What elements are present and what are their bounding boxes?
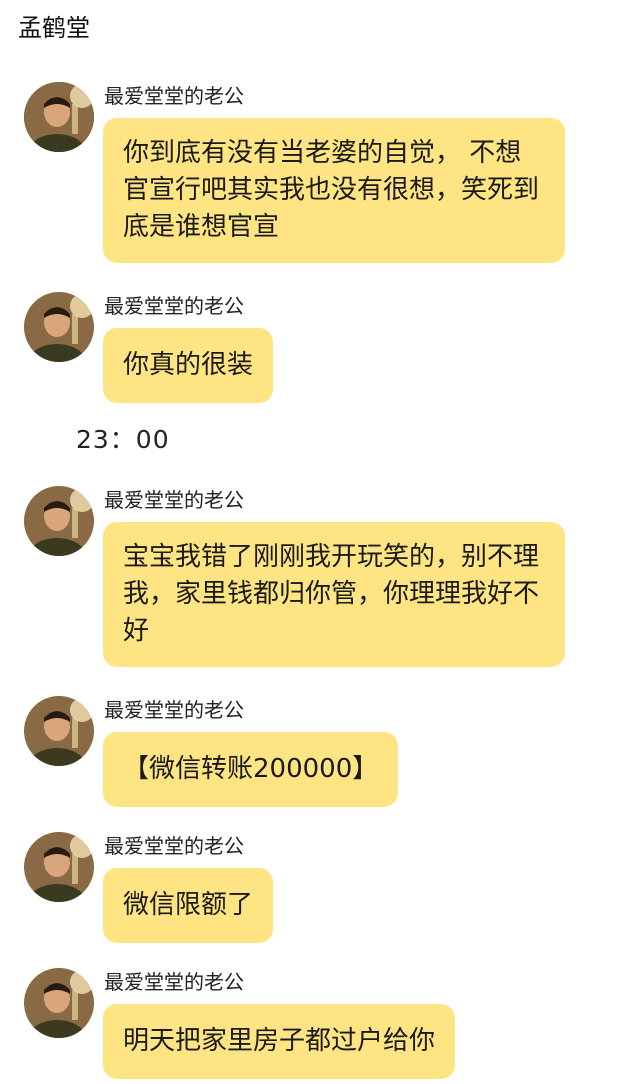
avatar[interactable]: [24, 696, 94, 766]
avatar[interactable]: [24, 82, 94, 152]
chat-title: 孟鹤堂: [18, 14, 90, 42]
sender-name: 最爱堂堂的老公: [104, 834, 244, 858]
avatar-image: [24, 486, 94, 556]
sender-name: 最爱堂堂的老公: [104, 84, 244, 108]
avatar[interactable]: [24, 486, 94, 556]
message-bubble[interactable]: 明天把家里房子都过户给你: [103, 1004, 456, 1079]
avatar-image: [24, 696, 94, 766]
avatar-image: [24, 832, 94, 902]
message-bubble[interactable]: 【微信转账200000】: [103, 732, 399, 807]
timestamp: 23：00: [76, 425, 170, 454]
sender-name: 最爱堂堂的老公: [104, 488, 244, 512]
message-bubble[interactable]: 微信限额了: [103, 868, 274, 943]
avatar-image: [24, 968, 94, 1038]
avatar[interactable]: [24, 832, 94, 902]
avatar[interactable]: [24, 968, 94, 1038]
avatar[interactable]: [24, 292, 94, 362]
message-bubble[interactable]: 宝宝我错了刚刚我开玩笑的，别不理我，家里钱都归你管，你理理我好不好: [103, 522, 565, 667]
message-bubble[interactable]: 你到底有没有当老婆的自觉， 不想官宣行吧其实我也没有很想，笑死到底是谁想官宣: [103, 118, 565, 263]
sender-name: 最爱堂堂的老公: [104, 970, 244, 994]
sender-name: 最爱堂堂的老公: [104, 294, 244, 318]
message-bubble[interactable]: 你真的很装: [103, 328, 274, 403]
avatar-image: [24, 292, 94, 362]
sender-name: 最爱堂堂的老公: [104, 698, 244, 722]
avatar-image: [24, 82, 94, 152]
